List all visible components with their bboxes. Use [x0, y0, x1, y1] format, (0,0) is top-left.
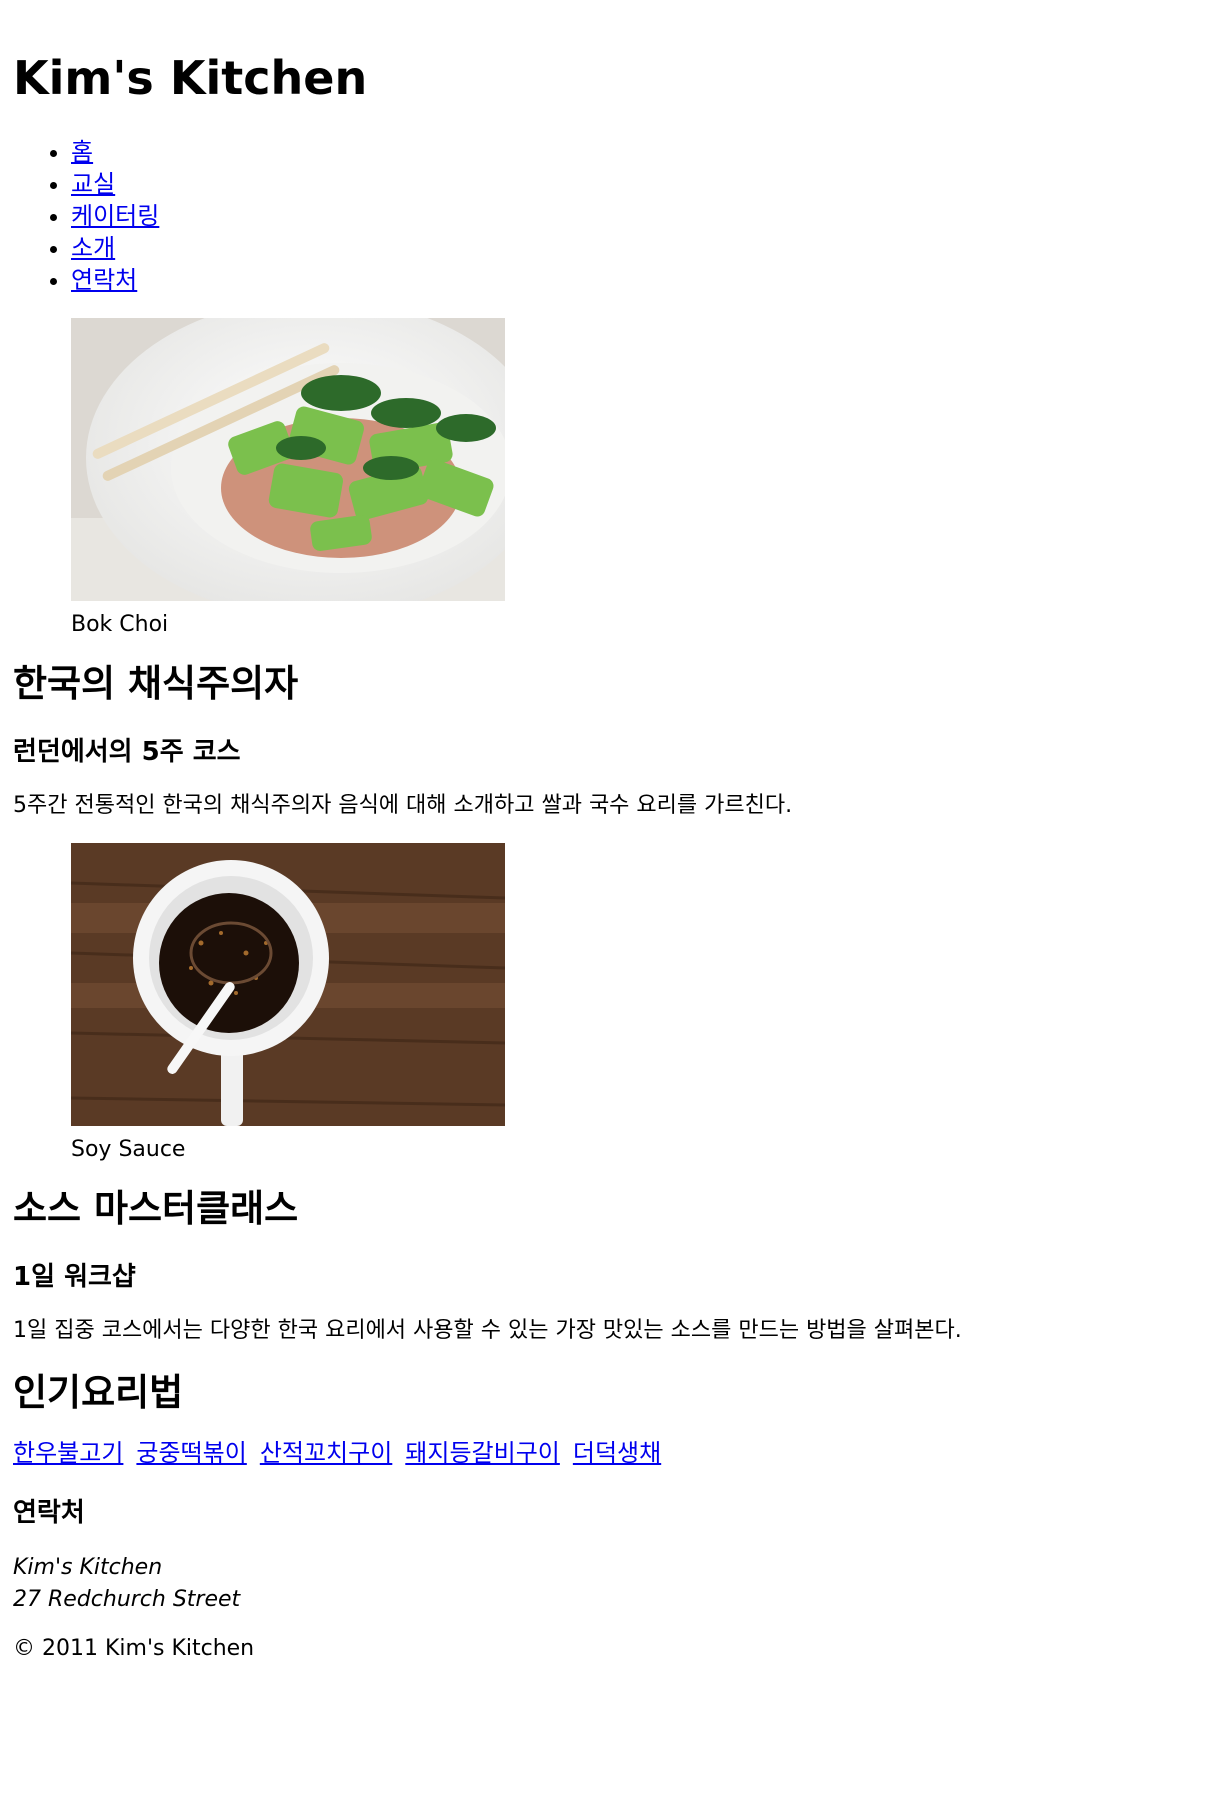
recipes-title: 인기요리법 [13, 1371, 184, 1414]
contact-street: 27 Redchurch Street [13, 1587, 241, 1612]
site-title: Kim's Kitchen [13, 51, 368, 105]
nav-item-classes: 교실 [71, 168, 1207, 200]
nav-link-classes[interactable]: 교실 [71, 170, 115, 198]
soy-sauce-caption: Soy Sauce [71, 1137, 186, 1162]
course1-title: 한국의 채식주의자 [13, 662, 299, 705]
nav-item-home: 홈 [71, 136, 1207, 168]
course1-description: 5주간 전통적인 한국의 채식주의자 음식에 대해 소개하고 쌀과 국수 요리를… [13, 793, 793, 818]
nav-item-contact: 연락처 [71, 264, 1207, 296]
nav-link-about[interactable]: 소개 [71, 234, 115, 262]
nav-link-contact[interactable]: 연락처 [71, 266, 137, 294]
contact-name: Kim's Kitchen [13, 1555, 163, 1580]
main-nav: 홈 교실 케이터링 소개 연락처 [13, 136, 1207, 296]
nav-item-catering: 케이터링 [71, 200, 1207, 232]
bok-choi-photo [71, 318, 505, 601]
page: Kim's Kitchen 홈 교실 케이터링 소개 연락처 [0, 0, 1220, 1664]
nav-item-about: 소개 [71, 232, 1207, 264]
recipe-link-deodeok[interactable]: 더덕생채 [573, 1439, 661, 1467]
recipe-link-bulgogi[interactable]: 한우불고기 [13, 1439, 123, 1467]
contact-title: 연락처 [13, 1498, 85, 1528]
course2-title: 소스 마스터클래스 [13, 1187, 299, 1230]
recipe-link-sanjeok[interactable]: 산적꼬치구이 [260, 1439, 392, 1467]
soy-sauce-figure: Soy Sauce [71, 843, 1207, 1164]
recipe-links: 한우불고기 궁중떡볶이 산적꼬치구이 돼지등갈비구이 더덕생채 [13, 1438, 1207, 1470]
copyright: © 2011 Kim's Kitchen [13, 1636, 255, 1661]
recipe-link-galbi[interactable]: 돼지등갈비구이 [405, 1439, 560, 1467]
bok-choi-caption: Bok Choi [71, 612, 169, 637]
course2-subtitle: 1일 워크샵 [13, 1262, 136, 1292]
contact-address: Kim's Kitchen 27 Redchurch Street [13, 1552, 1207, 1616]
recipe-link-tteokbokki[interactable]: 궁중떡볶이 [136, 1439, 246, 1467]
course2-description: 1일 집중 코스에서는 다양한 한국 요리에서 사용할 수 있는 가장 맛있는 … [13, 1318, 962, 1343]
course1-subtitle: 런던에서의 5주 코스 [13, 737, 241, 767]
nav-link-catering[interactable]: 케이터링 [71, 202, 159, 230]
soy-sauce-photo [71, 843, 505, 1126]
bok-choi-figure: Bok Choi [71, 318, 1207, 639]
nav-link-home[interactable]: 홈 [71, 138, 93, 166]
